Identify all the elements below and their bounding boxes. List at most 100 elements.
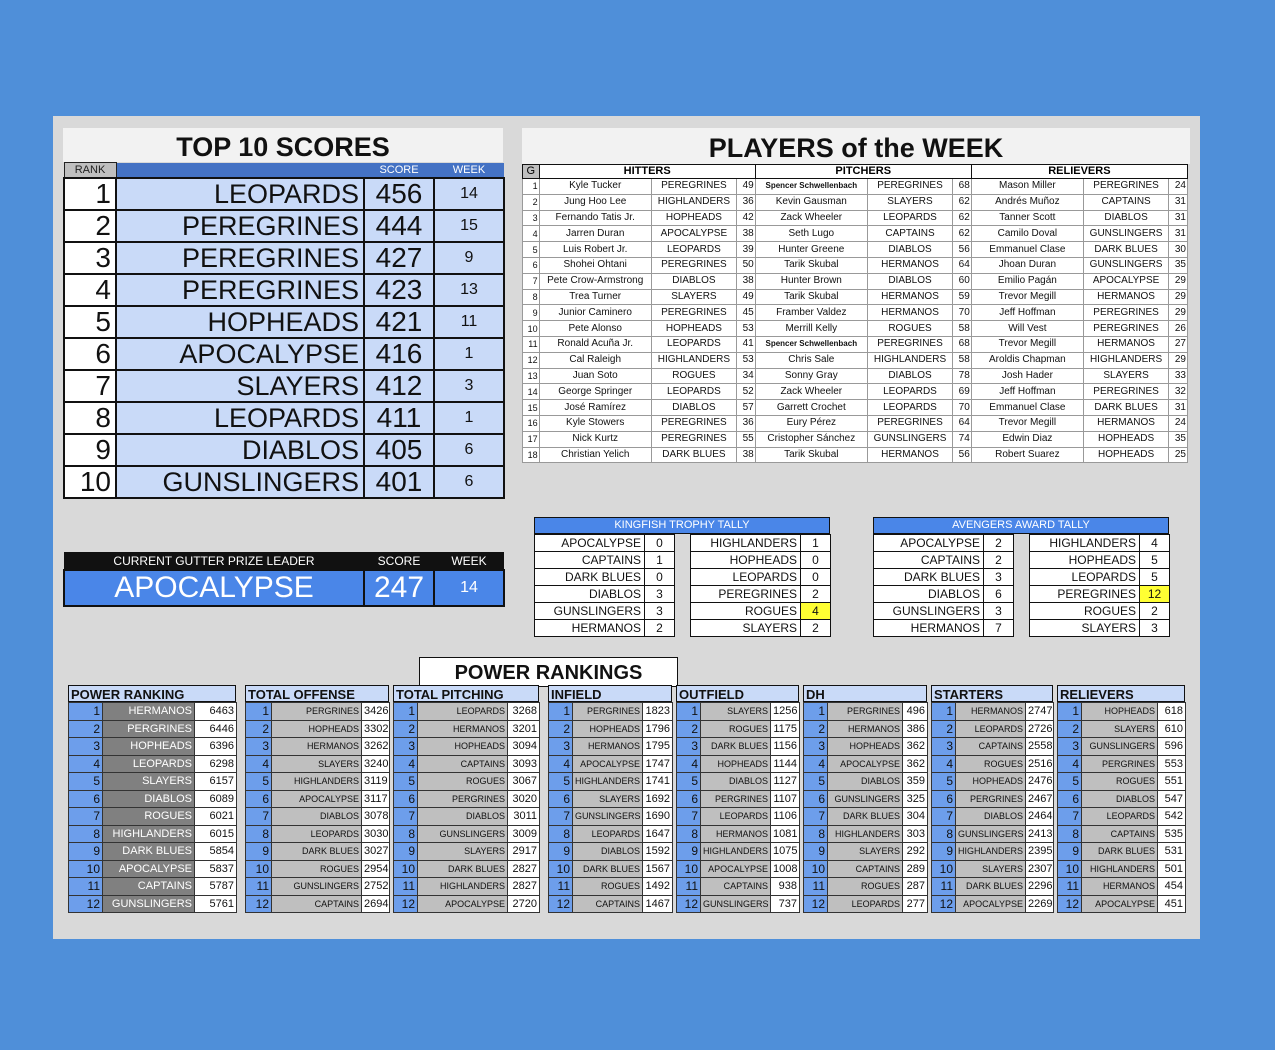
power-value: 5761 xyxy=(194,894,237,913)
power-rank: 7 xyxy=(676,807,701,826)
reliever-score: 31 xyxy=(1168,225,1188,243)
hitter-team: LEOPARDS xyxy=(650,335,738,353)
power-table-header: STARTERS xyxy=(931,685,1053,702)
power-rank: 6 xyxy=(676,789,701,808)
reliever-team: DARK BLUES xyxy=(1082,241,1170,258)
power-table-row: 2 ROGUES 1175 xyxy=(676,719,800,738)
power-rank: 4 xyxy=(803,754,828,773)
power-rank: 9 xyxy=(393,842,418,861)
power-value: 1256 xyxy=(770,702,800,721)
power-table-header: TOTAL OFFENSE xyxy=(245,685,389,702)
power-value: 618 xyxy=(1157,702,1186,721)
pitcher-name: Kevin Gausman xyxy=(754,193,868,211)
power-rank: 5 xyxy=(931,772,956,791)
power-team: HERMANOS xyxy=(1081,877,1158,896)
hitter-score: 55 xyxy=(736,430,756,448)
pitcher-score: 58 xyxy=(952,320,972,337)
tally-row: HIGHLANDERS 4 xyxy=(1029,534,1170,552)
power-value: 2694 xyxy=(361,894,390,913)
tally-count: 0 xyxy=(644,534,675,552)
reliever-name: Trevor Megill xyxy=(970,335,1084,353)
score-cell: 423 xyxy=(363,273,435,307)
power-value: 531 xyxy=(1157,842,1186,861)
pitcher-team: ROGUES xyxy=(866,320,954,337)
hitter-team: SLAYERS xyxy=(650,288,738,306)
power-table-row: 10 DARK BLUES 1567 xyxy=(548,859,673,878)
power-team: HERMANOS xyxy=(417,719,508,738)
week-cell: 1 xyxy=(433,401,505,435)
power-value: 3030 xyxy=(361,824,390,843)
rank-header: RANK xyxy=(63,162,117,179)
pitcher-score: 62 xyxy=(952,225,972,243)
power-table-total-offense: TOTAL OFFENSE 1 PERGRINES 3426 2 HOPHEADS 3302… xyxy=(245,685,390,921)
tally-team: HIGHLANDERS xyxy=(690,534,801,552)
power-table-row: 7 DARK BLUES 304 xyxy=(803,807,928,826)
power-value: 2726 xyxy=(1025,719,1054,738)
power-table-row: 4 ROGUES 2516 xyxy=(931,754,1054,773)
power-rank: 1 xyxy=(1057,702,1082,721)
power-table-row: 1 PERGRINES 496 xyxy=(803,702,928,721)
tally-row: ROGUES 4 xyxy=(690,602,831,620)
week-cell: 9 xyxy=(433,241,505,275)
power-table-row: 7 ROGUES 6021 xyxy=(68,807,237,826)
tally-count: 2 xyxy=(983,551,1014,569)
reliever-team: SLAYERS xyxy=(1082,367,1170,385)
power-table-row: 8 HERMANOS 1081 xyxy=(676,824,800,843)
power-rank: 10 xyxy=(931,859,956,878)
game-number: 5 xyxy=(522,241,540,258)
power-table-row: 5 ROGUES 551 xyxy=(1057,772,1186,791)
power-rank: 9 xyxy=(931,842,956,861)
reliever-name: Trevor Megill xyxy=(970,414,1084,432)
reliever-score: 33 xyxy=(1168,367,1188,385)
power-value: 1592 xyxy=(642,842,673,861)
power-team: ROGUES xyxy=(572,877,643,896)
tally-count: 5 xyxy=(1139,551,1170,569)
week-cell: 1 xyxy=(433,337,505,371)
power-rank: 1 xyxy=(931,702,956,721)
power-table-row: 2 LEOPARDS 2726 xyxy=(931,719,1054,738)
power-value: 1795 xyxy=(642,737,673,756)
power-table-row: 12 GUNSLINGERS 5761 xyxy=(68,894,237,913)
power-team: HERMANOS xyxy=(955,702,1026,721)
hitter-team: PEREGRINES xyxy=(650,414,738,432)
power-rank: 9 xyxy=(68,842,103,861)
pitcher-team: GUNSLINGERS xyxy=(866,430,954,448)
team-cell: APOCALYPSE xyxy=(115,337,365,371)
power-table-infield: INFIELD 1 PERGRINES 1823 2 HOPHEADS 1796 3 HERMA… xyxy=(548,685,673,921)
power-value: 1106 xyxy=(770,807,800,826)
reliever-team: DIABLOS xyxy=(1082,209,1170,227)
reliever-score: 27 xyxy=(1168,335,1188,353)
power-table-row: 10 APOCALYPSE 1008 xyxy=(676,859,800,878)
tally-count: 0 xyxy=(800,568,831,586)
power-team: HIGHLANDERS xyxy=(102,824,195,843)
power-value: 737 xyxy=(770,894,800,913)
team-cell: PEREGRINES xyxy=(115,241,365,275)
power-table-row: 4 SLAYERS 3240 xyxy=(245,754,390,773)
reliever-name: Trevor Megill xyxy=(970,288,1084,306)
team-cell: HOPHEADS xyxy=(115,305,365,339)
hitter-team: HIGHLANDERS xyxy=(650,193,738,211)
power-table-row: 10 DARK BLUES 2827 xyxy=(393,859,540,878)
power-rank: 5 xyxy=(68,772,103,791)
hitter-name: Jung Hoo Lee xyxy=(538,193,652,211)
gutter-week-header: WEEK xyxy=(434,552,504,570)
team-cell: PEREGRINES xyxy=(115,273,365,307)
reliever-name: Andrés Muñoz xyxy=(970,193,1084,211)
pitcher-name: Tarik Skubal xyxy=(754,446,868,464)
power-table-row: 3 HERMANOS 3262 xyxy=(245,737,390,756)
hitter-name: José Ramírez xyxy=(538,399,652,416)
power-value: 610 xyxy=(1157,719,1186,738)
reliever-score: 29 xyxy=(1168,272,1188,290)
hitter-score: 42 xyxy=(736,209,756,227)
power-table-row: 6 DIABLOS 547 xyxy=(1057,789,1186,808)
power-rank: 3 xyxy=(803,737,828,756)
score-cell: 401 xyxy=(363,465,435,499)
power-table-row: 5 DIABLOS 1127 xyxy=(676,772,800,791)
tally-count: 1 xyxy=(644,551,675,569)
week-cell: 11 xyxy=(433,305,505,339)
tally-count: 3 xyxy=(644,585,675,603)
week-header: WEEK xyxy=(434,162,504,178)
power-team: HOPHEADS xyxy=(955,772,1026,791)
power-value: 496 xyxy=(902,702,928,721)
power-team: HIGHLANDERS xyxy=(417,877,508,896)
